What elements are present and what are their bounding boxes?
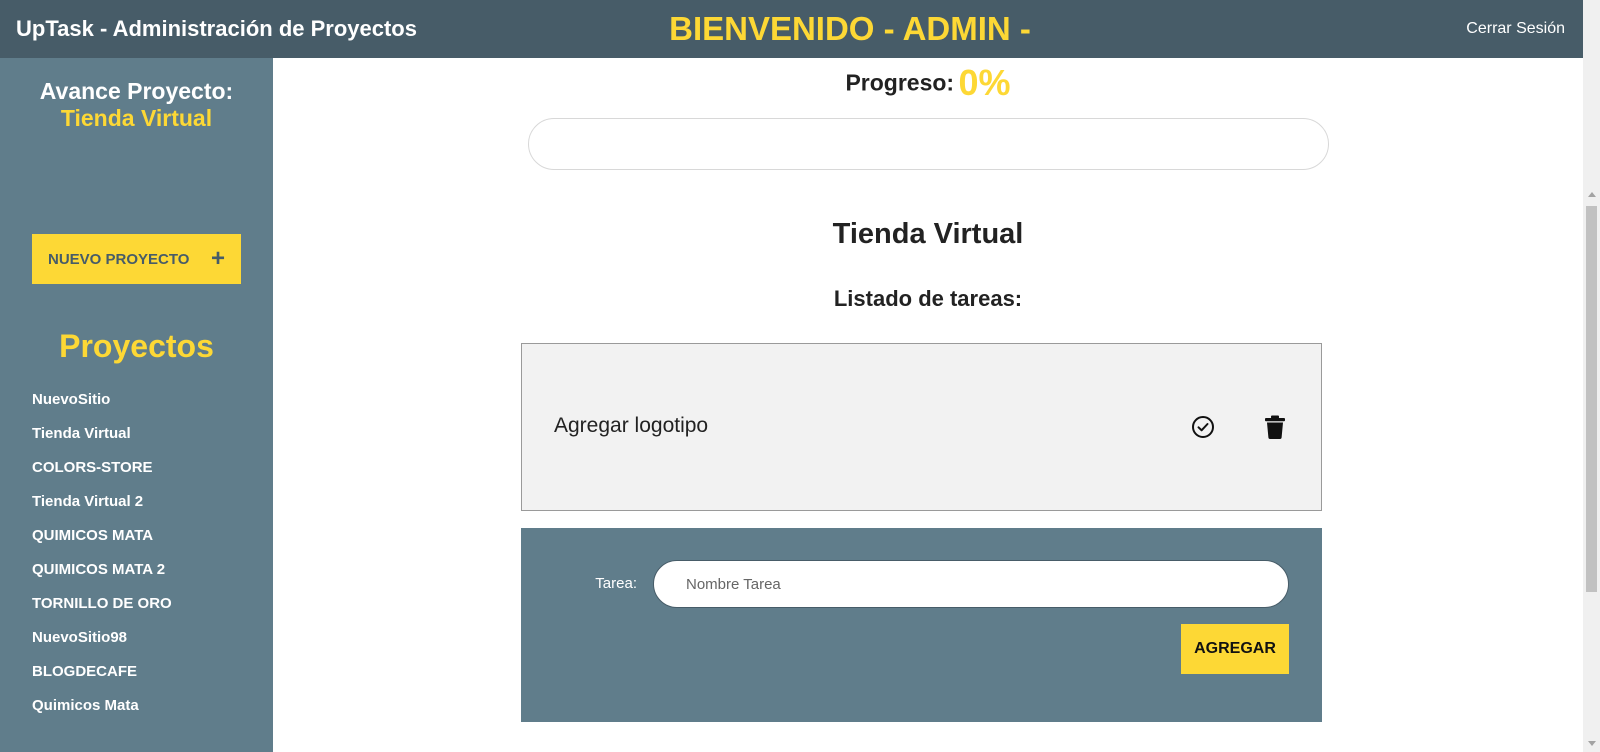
list-item: Tienda Virtual 2 [32,485,172,519]
progress-text: Progreso: [845,69,955,96]
sidebar: Avance Proyecto: Tienda Virtual NUEVO PR… [0,58,273,752]
heading-prefix: Avance Proyecto: [39,78,234,104]
list-item: TORNILLO DE ORO [32,587,172,621]
list-item: QUIMICOS MATA [32,519,172,553]
main-content: Progreso: 0% Tienda Virtual Listado de t… [273,58,1583,752]
sidebar-item-project[interactable]: Tienda Virtual [32,425,131,442]
sidebar-item-project[interactable]: Quimicos Mata [32,697,139,714]
new-project-label: NUEVO PROYECTO [48,250,190,268]
projects-title: Proyectos [59,328,214,364]
welcome-message: BIENVENIDO - ADMIN - [669,10,1031,47]
arrow-down-icon [1587,741,1596,746]
list-item: NuevoSitio98 [32,621,172,655]
sidebar-item-project[interactable]: QUIMICOS MATA 2 [32,561,165,578]
sidebar-item-project[interactable]: NuevoSitio98 [32,629,127,646]
top-bar: UpTask - Administración de Proyectos BIE… [0,0,1583,58]
sidebar-item-project[interactable]: COLORS-STORE [32,459,153,476]
scroll-up-arrow[interactable] [1583,186,1600,203]
task-field-label: Tarea: [595,575,637,592]
heading-project-name: Tienda Virtual [60,105,213,131]
sidebar-item-project[interactable]: Tienda Virtual 2 [32,493,143,510]
list-item: NuevoSitio [32,383,172,417]
project-list: NuevoSitio Tienda Virtual COLORS-STORE T… [32,383,172,723]
scrollbar-thumb[interactable] [1586,206,1597,592]
scrollbar[interactable] [1583,0,1600,752]
plus-icon: + [210,245,225,272]
sidebar-item-project[interactable]: BLOGDECAFE [32,663,137,680]
list-item: Quimicos Mata [32,689,172,723]
arrow-up-icon [1587,192,1596,197]
scroll-down-arrow[interactable] [1583,735,1600,752]
sidebar-item-project[interactable]: QUIMICOS MATA [32,527,153,544]
project-progress-heading: Avance Proyecto: Tienda Virtual [0,78,273,132]
task-name: Agregar logotipo [554,414,709,437]
project-title: Tienda Virtual [832,218,1024,250]
list-item: QUIMICOS MATA 2 [32,553,172,587]
list-item: BLOGDECAFE [32,655,172,689]
progress-label: Progreso: 0% [273,62,1583,104]
progress-percent: 0% [958,62,1011,103]
progress-bar [528,118,1329,170]
list-item: COLORS-STORE [32,451,172,485]
complete-task-button[interactable] [1190,414,1216,440]
check-circle-icon [1192,416,1214,438]
sidebar-item-project[interactable]: NuevoSitio [32,391,110,408]
trash-icon [1265,415,1285,439]
sidebar-item-project[interactable]: TORNILLO DE ORO [32,595,172,612]
logout-link[interactable]: Cerrar Sesión [1466,0,1565,58]
task-list: Agregar logotipo [521,343,1322,511]
list-item: Agregar logotipo [522,344,1321,510]
add-task-button[interactable]: AGREGAR [1181,624,1289,674]
task-name-input[interactable] [653,560,1289,608]
new-project-button[interactable]: NUEVO PROYECTO + [32,234,241,284]
tasks-heading: Listado de tareas: [833,286,1023,311]
delete-task-button[interactable] [1262,414,1288,440]
add-task-form: Tarea: AGREGAR [521,528,1322,722]
list-item: Tienda Virtual [32,417,172,451]
